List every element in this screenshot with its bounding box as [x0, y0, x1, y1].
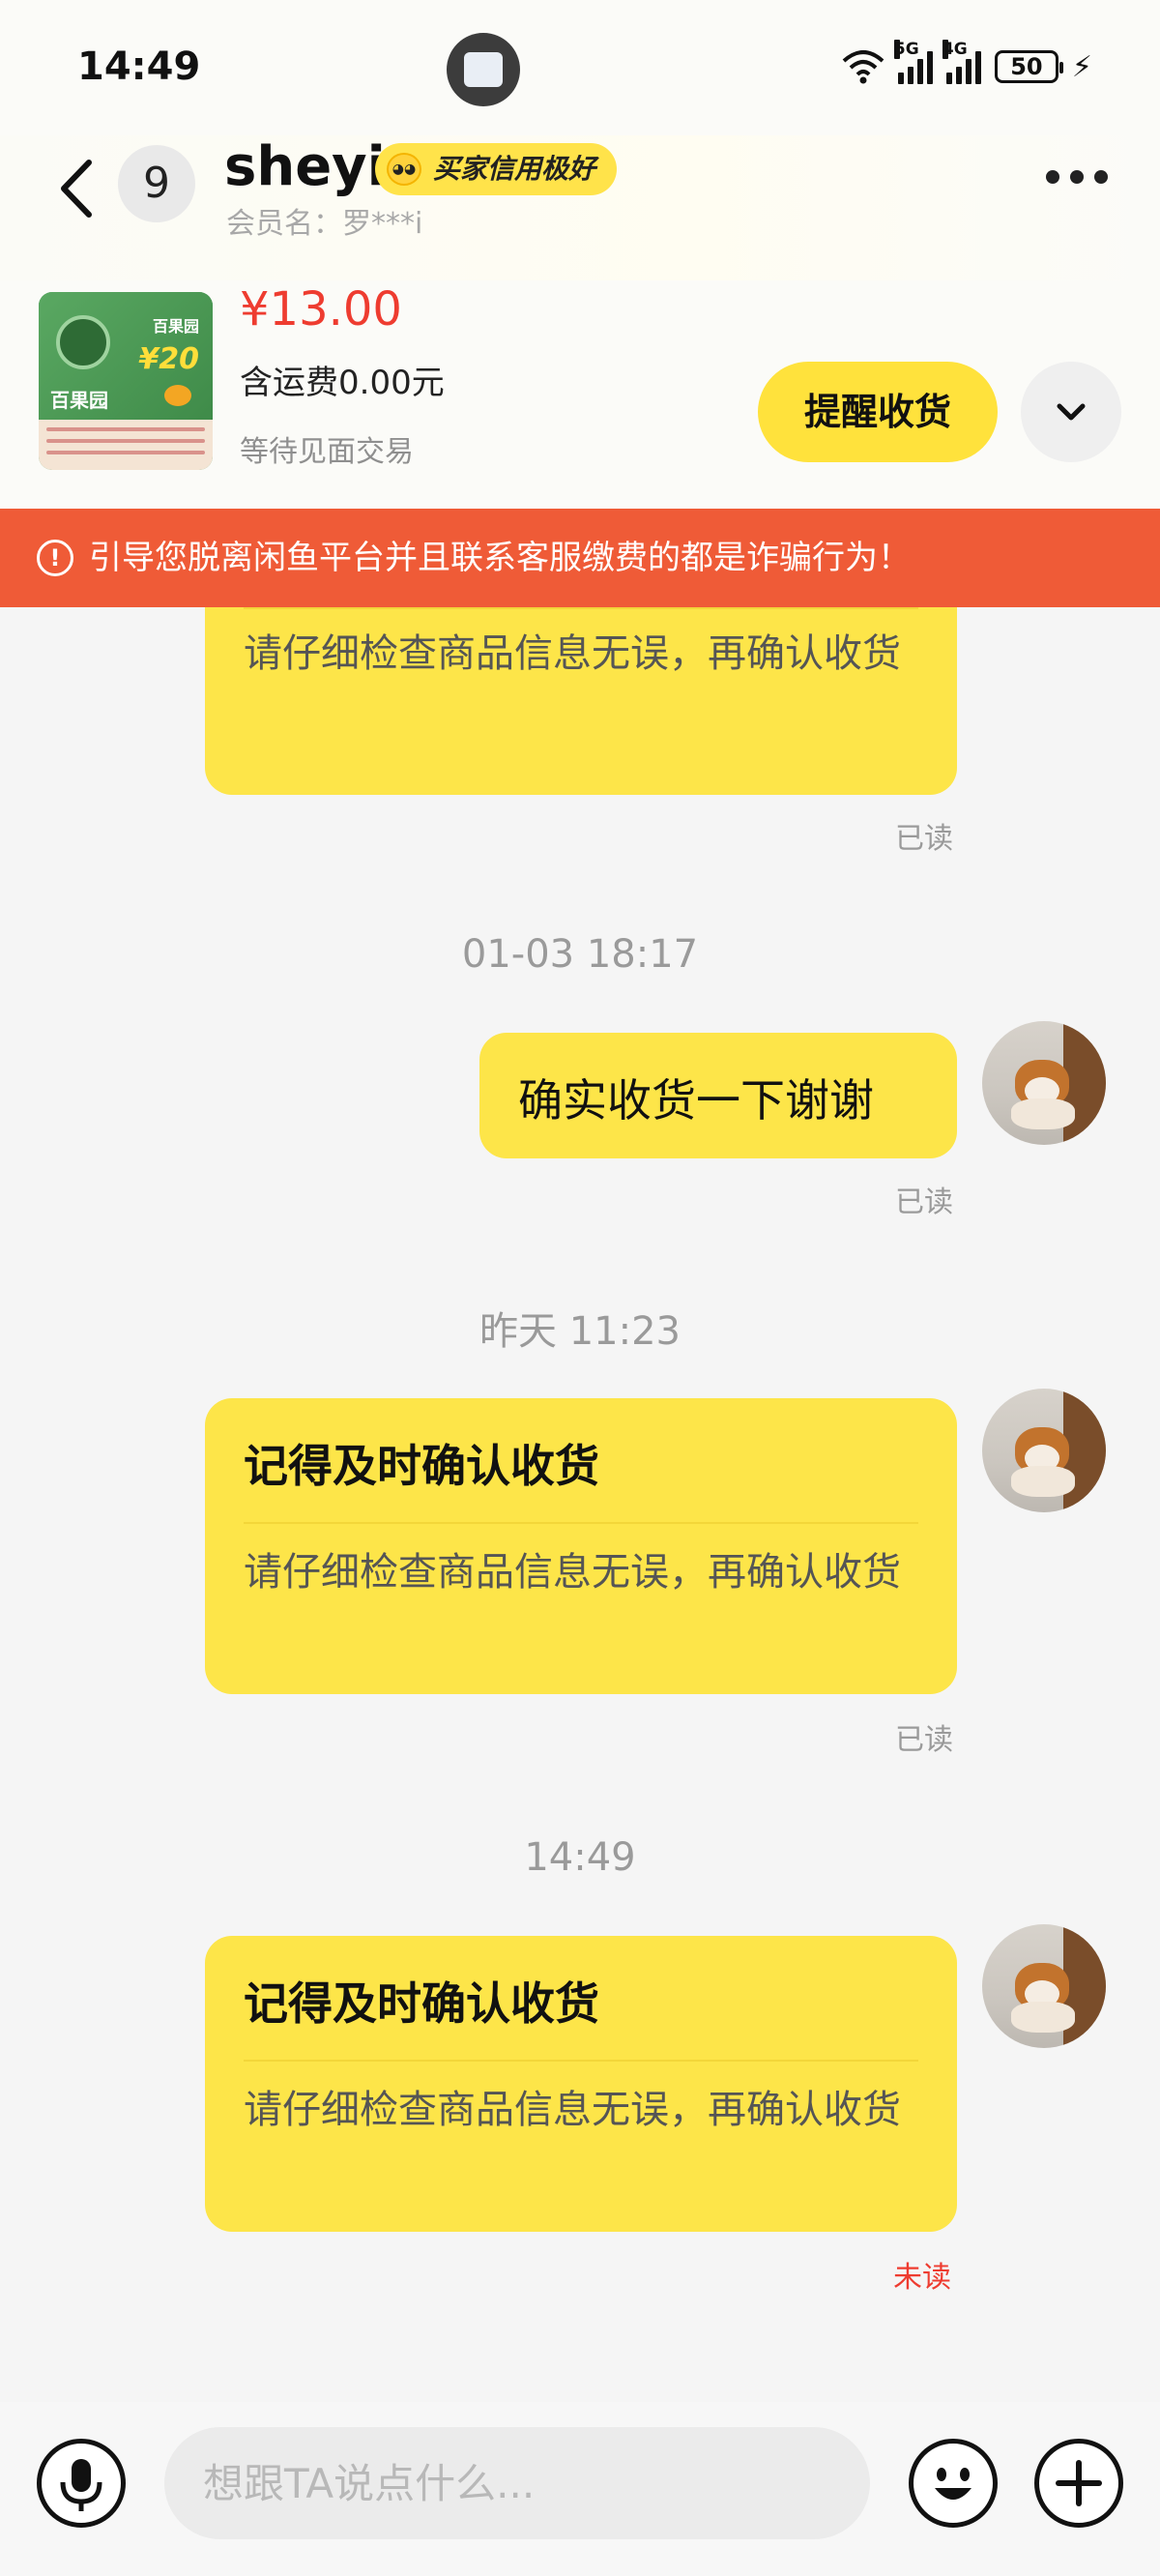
message-card[interactable]: 记得及时确认收货 请仔细检查商品信息无误，再确认收货 — [205, 1398, 957, 1694]
message-timestamp: 01-03 18:17 — [461, 932, 699, 977]
message-input[interactable] — [164, 2427, 870, 2539]
message-card[interactable]: 记得及时确认收货 请仔细检查商品信息无误，再确认收货 — [205, 1936, 957, 2232]
chat-messages[interactable]: 请仔细检查商品信息无误，再确认收货 已读 01-03 18:17 确实收货一下谢… — [0, 607, 1160, 2402]
fraud-warning-banner: ! 引导您脱离闲鱼平台并且联系客服缴费的都是诈骗行为！ — [0, 509, 1160, 607]
emoji-icon[interactable] — [909, 2439, 998, 2528]
message-card[interactable]: 请仔细检查商品信息无误，再确认收货 — [205, 607, 957, 795]
emoji-face-icon: ◕◕ — [387, 153, 421, 186]
message-bubble[interactable]: 确实收货一下谢谢 — [479, 1033, 957, 1158]
message-body: 请仔细检查商品信息无误，再确认收货 — [244, 631, 901, 676]
frog-logo-icon — [56, 315, 110, 369]
net-label-5g: 5G — [893, 40, 919, 59]
message-body: 请仔细检查商品信息无误，再确认收货 — [244, 2088, 901, 2132]
thumb-price: ¥20 — [138, 342, 199, 376]
status-bar: 14:49 5G 4G 50 ⚡ — [0, 0, 1160, 135]
unread-count-badge[interactable]: 9 — [118, 145, 195, 222]
product-thumbnail[interactable]: 百果园 百果园 ¥20 — [39, 292, 213, 470]
floating-window-icon[interactable] — [447, 33, 520, 106]
avatar[interactable] — [982, 1021, 1106, 1145]
warning-icon: ! — [37, 540, 73, 576]
signal-4g-icon: 4G — [942, 40, 981, 84]
more-options-icon[interactable] — [1046, 170, 1108, 190]
microphone-icon[interactable] — [37, 2439, 126, 2528]
remind-receipt-button[interactable]: 提醒收货 — [758, 362, 998, 462]
thumb-brand: 百果园 — [50, 389, 108, 412]
warning-text: 引导您脱离闲鱼平台并且联系客服缴费的都是诈骗行为！ — [89, 539, 911, 577]
expand-button[interactable] — [1021, 362, 1121, 462]
battery-icon: 50 — [994, 50, 1063, 83]
status-icons: 5G 4G 50 ⚡ — [842, 40, 1092, 89]
thumb-brand-small: 百果园 — [152, 317, 199, 336]
message-title: 记得及时确认收货 — [244, 1977, 599, 2030]
avatar[interactable] — [982, 1924, 1106, 2048]
status-time: 14:49 — [77, 44, 201, 89]
chevron-down-icon — [1057, 403, 1086, 421]
wifi-icon — [842, 50, 884, 84]
message-timestamp: 昨天 11:23 — [479, 1309, 681, 1354]
member-name: 会员名：罗***i — [226, 207, 423, 241]
avatar[interactable] — [982, 1389, 1106, 1512]
back-arrow-icon[interactable] — [52, 155, 101, 222]
read-status: 已读 — [895, 1723, 953, 1757]
signal-5g-icon: 5G — [893, 40, 933, 84]
credit-badge-label: 买家信用极好 — [433, 153, 596, 185]
net-label-4g: 4G — [942, 40, 968, 59]
thumb-fine-print — [39, 420, 213, 470]
plus-icon[interactable] — [1034, 2439, 1123, 2528]
credit-badge: ◕◕ 买家信用极好 — [375, 143, 618, 195]
message-body: 请仔细检查商品信息无误，再确认收货 — [244, 1550, 901, 1595]
fruit-icon — [164, 385, 191, 406]
shipping-info: 含运费0.00元 — [240, 364, 445, 402]
message-timestamp: 14:49 — [524, 1835, 636, 1880]
read-status: 已读 — [895, 822, 953, 856]
read-status: 已读 — [895, 1186, 953, 1219]
charging-icon: ⚡ — [1071, 49, 1092, 84]
message-text: 确实收货一下谢谢 — [518, 1074, 874, 1127]
trade-status: 等待见面交易 — [240, 435, 414, 469]
message-title: 记得及时确认收货 — [244, 1440, 599, 1492]
seller-name[interactable]: sheyi — [224, 135, 386, 198]
product-price: ¥13.00 — [240, 282, 402, 337]
unread-status: 未读 — [893, 2261, 951, 2295]
